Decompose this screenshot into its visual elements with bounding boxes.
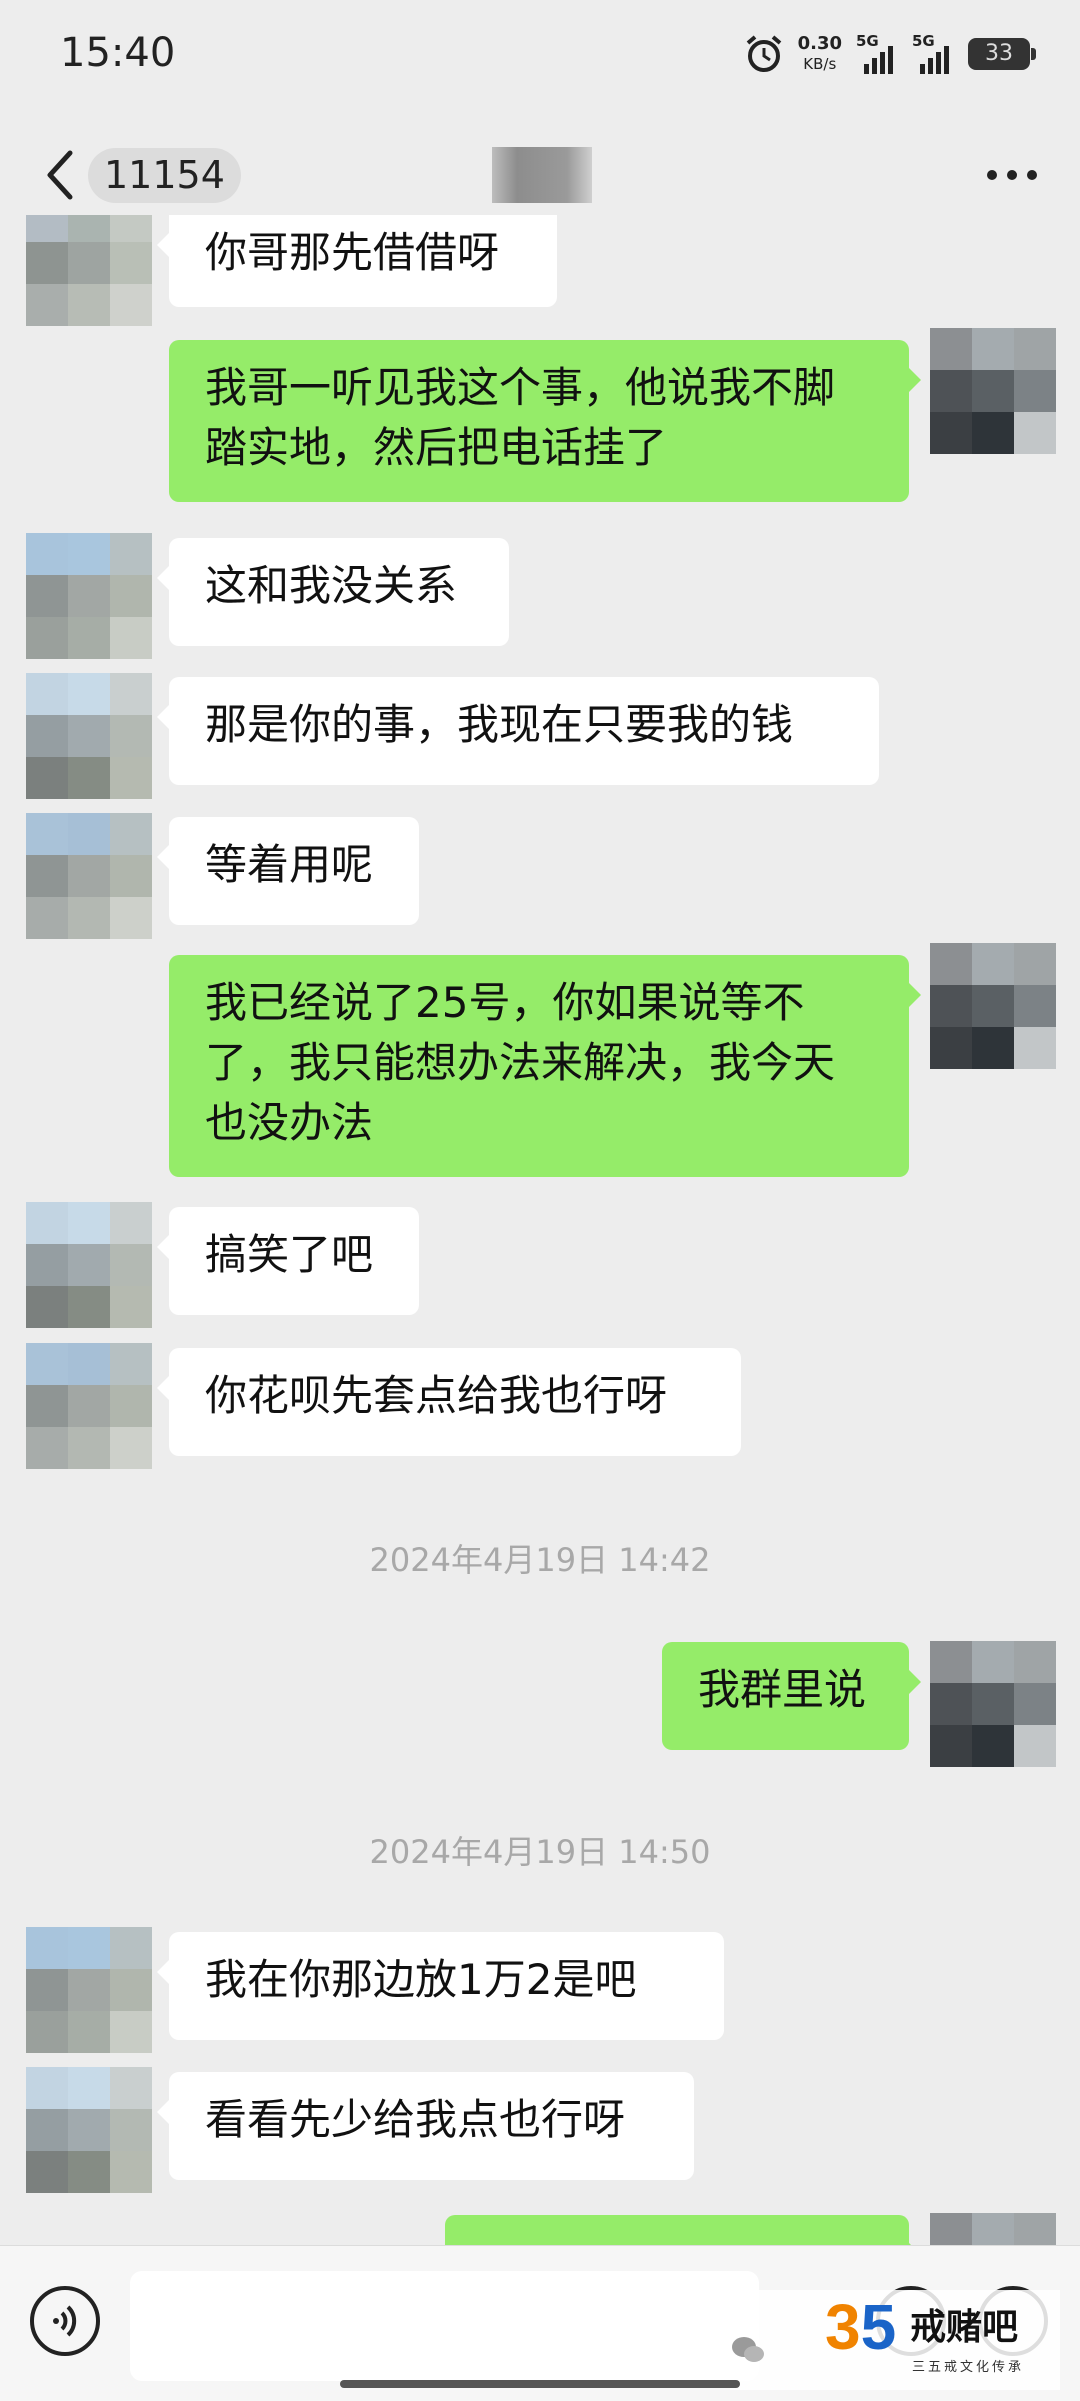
message-bubble-incoming[interactable]: 我在你那边放1万2是吧 (157, 1932, 724, 2040)
timestamp: 2024年4月19日 14:50 (369, 1833, 711, 1871)
wechat-icon (732, 2337, 764, 2362)
chevron-left-icon[interactable] (40, 145, 80, 205)
status-bar: 15:40 0.30 KB/s 5G 5G 33 (0, 0, 1080, 115)
timestamp: 2024年4月19日 14:42 (369, 1541, 711, 1579)
message-bubble-incoming[interactable]: 那是你的事，我现在只要我的钱 (157, 677, 879, 785)
message-bubble-outgoing[interactable]: 我哥一听见我这个事，他说我不脚踏实地，然后把电话挂了 (169, 340, 921, 502)
watermark: 35 戒赌吧 三五戒文化传承 (730, 2290, 1060, 2390)
home-indicator[interactable] (340, 2380, 740, 2388)
avatar[interactable] (930, 2213, 1056, 2245)
network-speed: 0.30 KB/s (798, 34, 842, 74)
avatar[interactable] (26, 1343, 152, 1469)
avatar[interactable] (930, 943, 1056, 1069)
status-time: 15:40 (60, 30, 176, 76)
avatar[interactable] (26, 2067, 152, 2193)
avatar[interactable] (26, 533, 152, 659)
message-bubble-outgoing[interactable]: 我已经说了25号，你如果说等不了，我只能想办法来解决，我今天也没办法 (169, 955, 921, 1177)
message-bubble-incoming[interactable]: 看看先少给我点也行呀 (157, 2072, 694, 2180)
signal-icon: 5G (912, 32, 954, 74)
sim2-label: 5G (912, 32, 935, 50)
alarm-icon (746, 35, 781, 72)
more-icon[interactable] (984, 163, 1040, 187)
watermark-subtitle: 三五戒文化传承 (912, 2360, 1025, 2375)
chat-title (492, 147, 592, 203)
avatar[interactable] (930, 328, 1056, 454)
avatar[interactable] (930, 1641, 1056, 1767)
message-bubble-incoming[interactable]: 等着用呢 (157, 817, 419, 925)
message-bubble-incoming[interactable]: 你花呗先套点给我也行呀 (157, 1348, 741, 1456)
avatar[interactable] (26, 673, 152, 799)
message-bubble-outgoing[interactable] (445, 2215, 921, 2245)
voice-icon[interactable] (30, 2286, 100, 2356)
network-speed-unit: KB/s (803, 55, 837, 73)
battery-icon: 33 (968, 38, 1036, 70)
avatar[interactable] (26, 215, 152, 326)
message-list[interactable]: 你哥那先借借呀 我哥一听见我这个事，他说我不脚踏实地，然后把电话挂了 这和我没关… (0, 215, 1080, 2245)
message-bubble-incoming[interactable]: 这和我没关系 (157, 538, 509, 646)
avatar[interactable] (26, 1202, 152, 1328)
avatar[interactable] (26, 813, 152, 939)
sim1-label: 5G (856, 32, 879, 50)
message-bubble-incoming[interactable]: 你哥那先借借呀 (157, 215, 557, 307)
watermark-brand: 戒赌吧 (910, 2307, 1019, 2348)
message-bubble-outgoing[interactable]: 我群里说 (662, 1642, 921, 1750)
watermark-number: 35 (825, 2291, 897, 2363)
avatar[interactable] (26, 1927, 152, 2053)
unread-count-badge[interactable]: 11154 (88, 148, 241, 203)
signal-icon: 5G (856, 32, 898, 74)
message-bubble-incoming[interactable]: 搞笑了吧 (157, 1207, 419, 1315)
status-icons: 0.30 KB/s 5G 5G 33 (744, 32, 1036, 74)
network-speed-value: 0.30 (797, 33, 842, 54)
message-input[interactable] (130, 2271, 759, 2381)
